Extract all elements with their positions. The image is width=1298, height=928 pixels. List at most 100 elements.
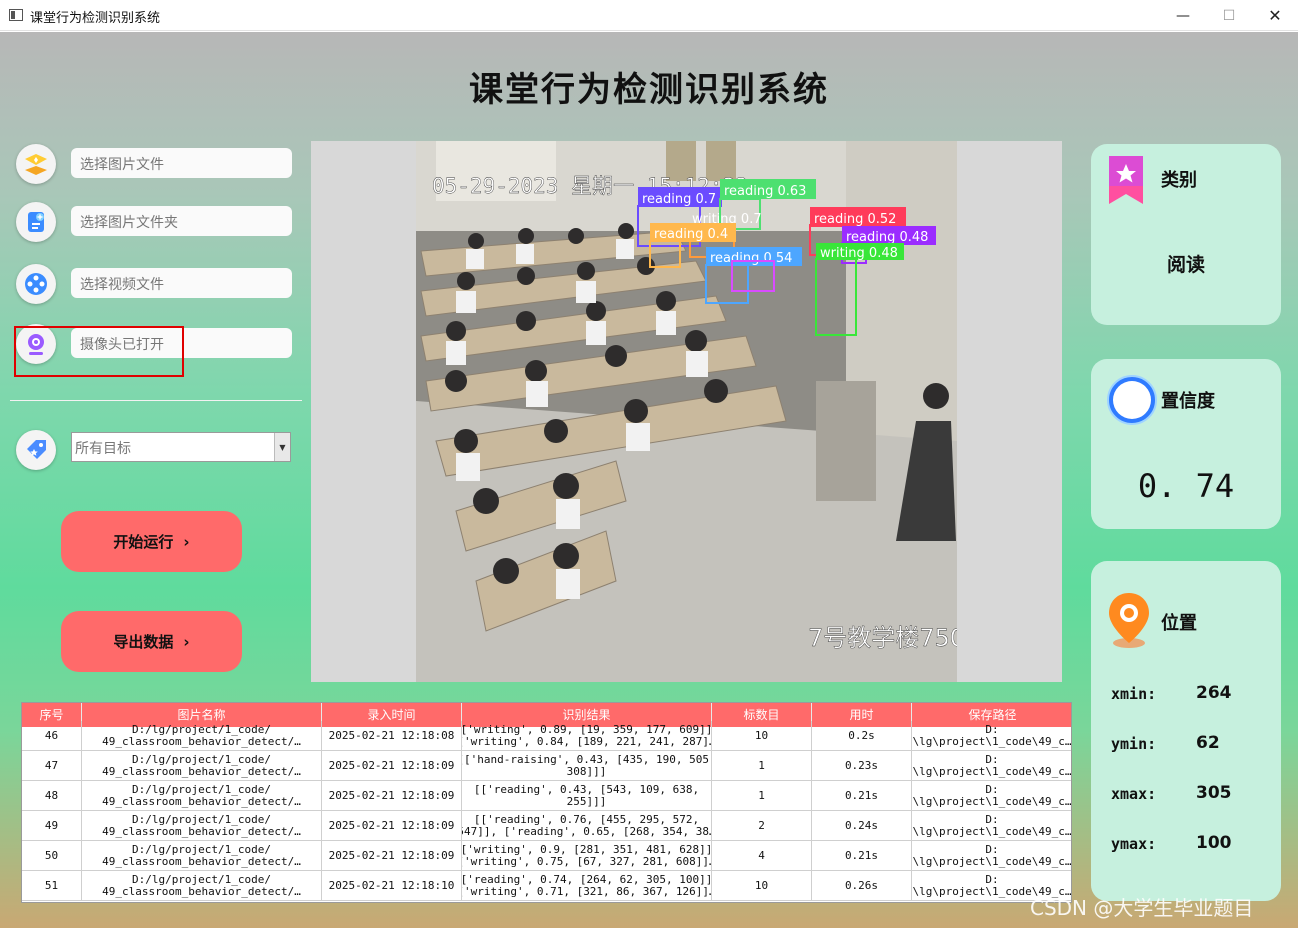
category-title: 类别: [1161, 170, 1197, 191]
cell-id: 51: [22, 871, 82, 901]
cell-id: 50: [22, 841, 82, 871]
export-button-label: 导出数据: [113, 633, 174, 651]
video-display: 05-29-2023 星期一 15:12:22 7号教学楼7506前 readi…: [311, 141, 1062, 682]
ring-icon: [1105, 373, 1159, 431]
cell-elapsed: 0.21s: [812, 841, 912, 871]
table-row[interactable]: 46 D:/lg/project/1_code/ 49_classroom_beh…: [22, 721, 1071, 751]
detection-label: reading 0.63: [724, 184, 806, 199]
cell-result: [['writing', 0.9, [281, 351, 481, 628]],…: [462, 841, 712, 871]
cell-result: [['reading', 0.74, [264, 62, 305, 100]],…: [462, 871, 712, 901]
sidebar-divider: [10, 400, 302, 401]
table-row[interactable]: 47 D:/lg/project/1_code/ 49_classroom_beh…: [22, 751, 1071, 781]
page-title: 课堂行为检测识别系统: [469, 70, 829, 110]
xmax-value: 305: [1196, 783, 1232, 803]
target-select-value: 所有目标: [75, 441, 131, 457]
tag-icon: [16, 430, 56, 470]
image-file-row: 选择图片文件: [16, 144, 296, 186]
cell-time: 2025-02-21 12:18:09: [322, 811, 462, 841]
film-reel-icon[interactable]: [16, 264, 56, 304]
position-title: 位置: [1161, 613, 1197, 634]
cell-count: 2: [712, 811, 812, 841]
cell-result: [['reading', 0.43, [543, 109, 638, 255]]…: [462, 781, 712, 811]
cell-elapsed: 0.21s: [812, 781, 912, 811]
run-button-label: 开始运行: [113, 533, 174, 551]
video-file-row: 选择视频文件: [16, 264, 296, 306]
chevron-down-icon[interactable]: ▼: [274, 433, 290, 461]
window-title: 课堂行为检测识别系统: [30, 11, 161, 26]
cell-id: 46: [22, 721, 82, 751]
cell-path: D: \lg\project\1_code\49_c…: [912, 841, 1071, 871]
camera-highlight-box: [14, 326, 184, 377]
chevron-right-icon: ›: [183, 632, 190, 651]
results-table[interactable]: 序号 图片名称 录入时间 识别结果 标数目 用时 保存路径 46 D:/lg/pr…: [21, 702, 1072, 903]
minimize-button[interactable]: —: [1160, 0, 1206, 31]
cell-elapsed: 0.24s: [812, 811, 912, 841]
confidence-title: 置信度: [1161, 391, 1215, 412]
cell-time: 2025-02-21 12:18:09: [322, 841, 462, 871]
table-row[interactable]: 51 D:/lg/project/1_code/ 49_classroom_beh…: [22, 871, 1071, 901]
cell-elapsed: 0.2s: [812, 721, 912, 751]
maximize-button[interactable]: ☐: [1206, 0, 1252, 31]
table-row[interactable]: 50 D:/lg/project/1_code/ 49_classroom_beh…: [22, 841, 1071, 871]
cell-name: D:/lg/project/1_code/ 49_classroom_behav…: [82, 871, 322, 901]
window-titlebar: 课堂行为检测识别系统 — ☐ ✕: [0, 0, 1298, 31]
bookmark-star-icon: [1105, 156, 1151, 208]
main-window: 课堂行为检测识别系统 选择图片文件 选择图片文件夹 选择视频文件 摄像头已打开 …: [0, 32, 1298, 928]
cell-name: D:/lg/project/1_code/ 49_classroom_behav…: [82, 721, 322, 751]
classroom-camera-frame: 05-29-2023 星期一 15:12:22 7号教学楼7506前 readi…: [416, 141, 957, 682]
cell-name: D:/lg/project/1_code/ 49_classroom_behav…: [82, 781, 322, 811]
ymax-label: ymax:: [1111, 835, 1157, 853]
layers-icon[interactable]: [16, 144, 56, 184]
ymax-value: 100: [1196, 833, 1232, 853]
image-folder-input[interactable]: 选择图片文件夹: [71, 206, 292, 236]
cell-elapsed: 0.26s: [812, 871, 912, 901]
cell-name: D:/lg/project/1_code/ 49_classroom_behav…: [82, 751, 322, 781]
cell-path: D: \lg\project\1_code\49_c…: [912, 811, 1071, 841]
cell-time: 2025-02-21 12:18:08: [322, 721, 462, 751]
cell-time: 2025-02-21 12:18:09: [322, 751, 462, 781]
detection-label: reading 0.7: [642, 192, 716, 207]
table-row[interactable]: 48 D:/lg/project/1_code/ 49_classroom_beh…: [22, 781, 1071, 811]
app-window-icon: [9, 9, 23, 21]
cell-count: 10: [712, 721, 812, 751]
detection-label: reading 0.54: [710, 251, 792, 266]
confidence-card: 置信度 0. 74: [1091, 359, 1281, 529]
xmin-label: xmin:: [1111, 685, 1157, 703]
run-button[interactable]: 开始运行 ›: [61, 511, 242, 572]
map-pin-icon: [1105, 591, 1153, 653]
location-overlay: 7号教学楼7506前: [808, 624, 957, 652]
cell-path: D: \lg\project\1_code\49_c…: [912, 721, 1071, 751]
cell-path: D: \lg\project\1_code\49_c…: [912, 781, 1071, 811]
cell-time: 2025-02-21 12:18:09: [322, 781, 462, 811]
detection-label: reading 0.48: [846, 230, 928, 245]
image-folder-row: 选择图片文件夹: [16, 202, 296, 244]
cell-id: 49: [22, 811, 82, 841]
xmin-value: 264: [1196, 683, 1232, 703]
detection-label: reading 0.4: [654, 227, 728, 242]
cell-count: 1: [712, 781, 812, 811]
position-card: 位置 xmin: 264 ymin: 62 xmax: 305 ymax: 10…: [1091, 561, 1281, 901]
add-file-icon[interactable]: [16, 202, 56, 242]
cell-name: D:/lg/project/1_code/ 49_classroom_behav…: [82, 811, 322, 841]
cell-result: [['writing', 0.89, [19, 359, 177, 609]],…: [462, 721, 712, 751]
category-card: 类别 阅读: [1091, 144, 1281, 325]
chevron-right-icon: ›: [183, 532, 190, 551]
close-button[interactable]: ✕: [1252, 0, 1298, 31]
target-select[interactable]: 所有目标 ▼: [71, 432, 291, 462]
cell-count: 1: [712, 751, 812, 781]
table-row[interactable]: 49 D:/lg/project/1_code/ 49_classroom_beh…: [22, 811, 1071, 841]
cell-result: [['hand-raising', 0.43, [435, 190, 505, …: [462, 751, 712, 781]
cell-count: 10: [712, 871, 812, 901]
category-value: 阅读: [1166, 254, 1205, 276]
cell-elapsed: 0.23s: [812, 751, 912, 781]
video-file-input[interactable]: 选择视频文件: [71, 268, 292, 298]
cell-id: 47: [22, 751, 82, 781]
xmax-label: xmax:: [1111, 785, 1157, 803]
detection-label: writing 0.48: [820, 246, 898, 261]
image-file-input[interactable]: 选择图片文件: [71, 148, 292, 178]
confidence-value: 0. 74: [1137, 467, 1235, 505]
ymin-label: ymin:: [1111, 735, 1157, 753]
cell-count: 4: [712, 841, 812, 871]
cell-name: D:/lg/project/1_code/ 49_classroom_behav…: [82, 841, 322, 871]
export-button[interactable]: 导出数据 ›: [61, 611, 242, 672]
